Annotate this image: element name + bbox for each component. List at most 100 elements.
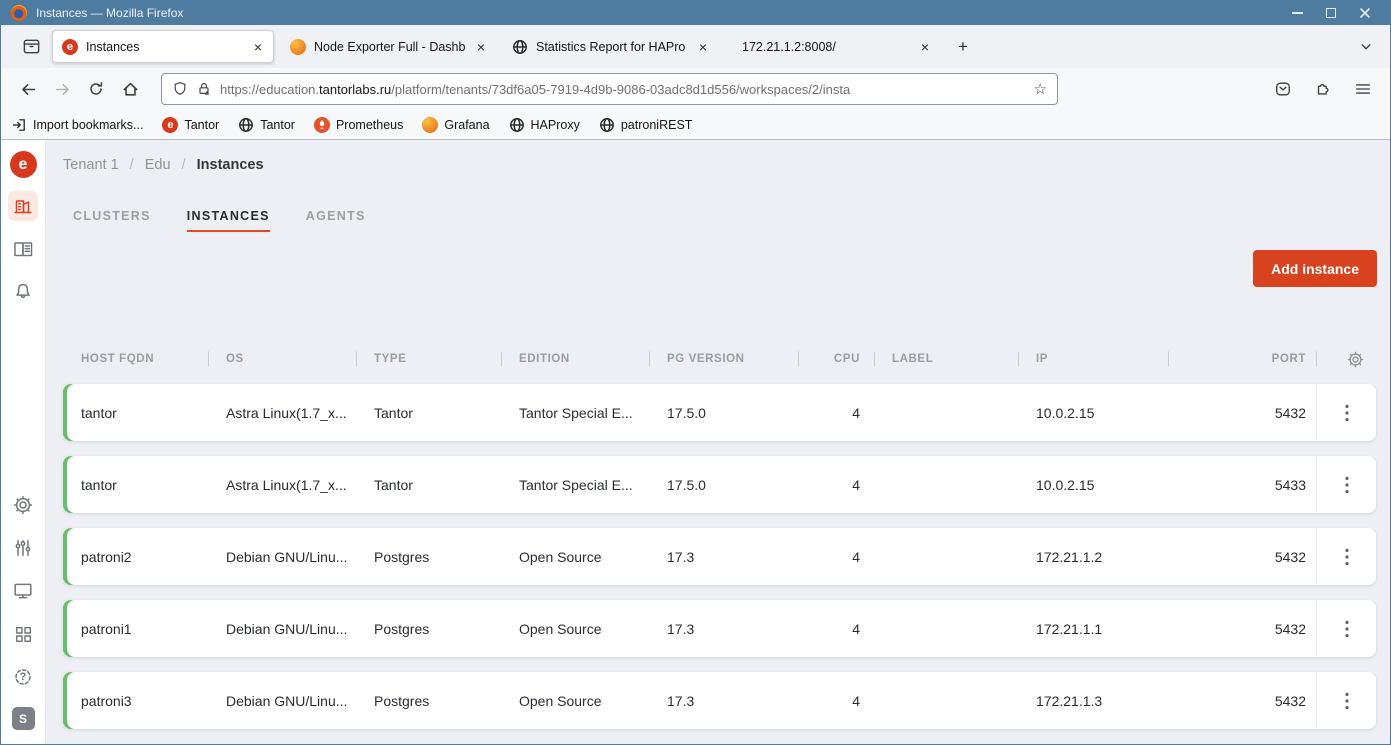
cell-host-fqdn: patroni2 xyxy=(63,549,208,565)
sidebar-item-workspaces[interactable] xyxy=(8,191,38,221)
home-button[interactable] xyxy=(115,74,145,104)
table-row[interactable]: tantor Astra Linux(1.7_x... Tantor Tanto… xyxy=(63,456,1376,513)
row-actions xyxy=(1316,528,1376,585)
bookmark-label: Import bookmarks... xyxy=(33,118,143,132)
new-tab-button[interactable]: + xyxy=(952,37,974,57)
sidebar-item-docs[interactable] xyxy=(8,234,38,264)
row-menu-button[interactable] xyxy=(1334,544,1360,570)
tab-strip: e Instances × Node Exporter Full - Dashb… xyxy=(1,25,1390,68)
tab-close-icon[interactable]: × xyxy=(697,40,709,54)
cell-port: 5432 xyxy=(1168,621,1316,637)
kebab-menu-icon xyxy=(1345,476,1349,494)
user-avatar[interactable]: S xyxy=(12,707,35,730)
extensions-icon[interactable] xyxy=(1314,80,1332,98)
close-icon xyxy=(1359,7,1371,19)
list-all-tabs-button[interactable] xyxy=(1352,33,1380,61)
cell-edition: Open Source xyxy=(501,621,649,637)
bookmark-haproxy[interactable]: HAProxy xyxy=(509,117,580,133)
pocket-icon[interactable] xyxy=(1274,80,1292,98)
tab-node-exporter[interactable]: Node Exporter Full - Dashb × xyxy=(281,30,496,63)
grafana-icon xyxy=(422,117,438,133)
gear-icon xyxy=(13,495,33,515)
menu-icon[interactable] xyxy=(1354,80,1372,98)
cell-type: Postgres xyxy=(356,621,501,637)
sidebar-item-notifications[interactable] xyxy=(8,277,38,307)
row-actions xyxy=(1316,672,1376,729)
minimize-button[interactable] xyxy=(1290,6,1304,20)
tab-haproxy-stats[interactable]: Statistics Report for HAPro × xyxy=(503,30,718,63)
cell-cpu: 4 xyxy=(798,621,874,637)
firefox-view-icon xyxy=(22,37,41,56)
tab-label: Instances xyxy=(86,40,244,54)
cell-cpu: 4 xyxy=(798,405,874,421)
table-row[interactable]: tantor Astra Linux(1.7_x... Tantor Tanto… xyxy=(63,384,1376,441)
cell-pg-version: 17.5.0 xyxy=(649,477,798,493)
browser-window: Instances — Mozilla Firefox e Instances … xyxy=(0,0,1391,745)
tab-agents[interactable]: AGENTS xyxy=(306,209,366,232)
bookmark-prometheus[interactable]: Prometheus xyxy=(314,117,403,133)
firefox-view-button[interactable] xyxy=(17,33,45,61)
tab-instances-section[interactable]: INSTANCES xyxy=(187,209,270,232)
table-row[interactable]: patroni3 Debian GNU/Linu... Postgres Ope… xyxy=(63,672,1376,729)
bookmark-tantor[interactable]: e Tantor xyxy=(162,117,219,133)
firefox-icon xyxy=(11,5,27,21)
row-actions xyxy=(1316,600,1376,657)
breadcrumb-tenant[interactable]: Tenant 1 xyxy=(63,157,119,173)
row-menu-button[interactable] xyxy=(1334,400,1360,426)
cell-host-fqdn: patroni1 xyxy=(63,621,208,637)
tantor-logo-icon[interactable]: e xyxy=(10,151,37,178)
window-titlebar: Instances — Mozilla Firefox xyxy=(1,0,1390,25)
row-actions xyxy=(1316,384,1376,441)
cell-ip: 172.21.1.3 xyxy=(1018,693,1168,709)
table-settings-button[interactable] xyxy=(1316,351,1376,368)
row-menu-button[interactable] xyxy=(1334,688,1360,714)
reload-button[interactable] xyxy=(81,74,111,104)
sidebar-item-monitoring[interactable] xyxy=(8,576,38,606)
breadcrumb-workspace[interactable]: Edu xyxy=(145,157,171,173)
kebab-menu-icon xyxy=(1345,404,1349,422)
bookmark-tantor-2[interactable]: Tantor xyxy=(238,117,295,133)
sidebar-item-apps[interactable] xyxy=(8,619,38,649)
cell-type: Postgres xyxy=(356,693,501,709)
sidebar-item-help[interactable]: ? xyxy=(8,662,38,692)
bookmark-import[interactable]: Import bookmarks... xyxy=(11,117,143,133)
row-menu-button[interactable] xyxy=(1334,616,1360,642)
tab-instances[interactable]: e Instances × xyxy=(52,30,274,63)
cell-edition: Tantor Special E... xyxy=(501,477,649,493)
forward-button[interactable] xyxy=(47,74,77,104)
cell-os: Astra Linux(1.7_x... xyxy=(208,477,356,493)
close-button[interactable] xyxy=(1358,6,1372,20)
back-button[interactable] xyxy=(13,74,43,104)
add-instance-button[interactable]: Add instance xyxy=(1253,250,1377,287)
tab-clusters[interactable]: CLUSTERS xyxy=(73,209,151,232)
reload-icon xyxy=(88,81,104,97)
bookmark-patronirest[interactable]: patroniREST xyxy=(599,117,693,133)
tab-close-icon[interactable]: × xyxy=(252,40,264,54)
cell-ip: 172.21.1.2 xyxy=(1018,549,1168,565)
book-icon xyxy=(13,240,34,259)
bookmark-label: Tantor xyxy=(260,118,295,132)
window-title: Instances — Mozilla Firefox xyxy=(36,6,183,20)
table-row[interactable]: patroni1 Debian GNU/Linu... Postgres Ope… xyxy=(63,600,1376,657)
sidebar-item-parameters[interactable] xyxy=(8,533,38,563)
bookmark-grafana[interactable]: Grafana xyxy=(422,117,489,133)
row-menu-button[interactable] xyxy=(1334,472,1360,498)
tantor-icon: e xyxy=(162,117,178,133)
url-bar[interactable]: https://education.tantorlabs.ru/platform… xyxy=(161,73,1058,105)
tab-patroni[interactable]: 172.21.1.2:8008/ × xyxy=(725,30,940,63)
page-content: e ? xyxy=(1,140,1390,744)
tab-close-icon[interactable]: × xyxy=(919,40,931,54)
sidebar-item-settings[interactable] xyxy=(8,490,38,520)
bookmark-star-icon[interactable]: ☆ xyxy=(1034,80,1047,98)
cell-cpu: 4 xyxy=(798,549,874,565)
globe-icon xyxy=(238,117,254,133)
tab-close-icon[interactable]: × xyxy=(475,40,487,54)
col-pg-version: PG VERSION xyxy=(649,353,798,365)
maximize-button[interactable] xyxy=(1324,6,1338,20)
section-tabs: CLUSTERS INSTANCES AGENTS xyxy=(63,209,1377,232)
cell-ip: 10.0.2.15 xyxy=(1018,477,1168,493)
grafana-favicon-icon xyxy=(290,39,306,55)
bookmark-label: Prometheus xyxy=(336,118,403,132)
table-row[interactable]: patroni2 Debian GNU/Linu... Postgres Ope… xyxy=(63,528,1376,585)
lock-warning-icon xyxy=(196,81,212,97)
